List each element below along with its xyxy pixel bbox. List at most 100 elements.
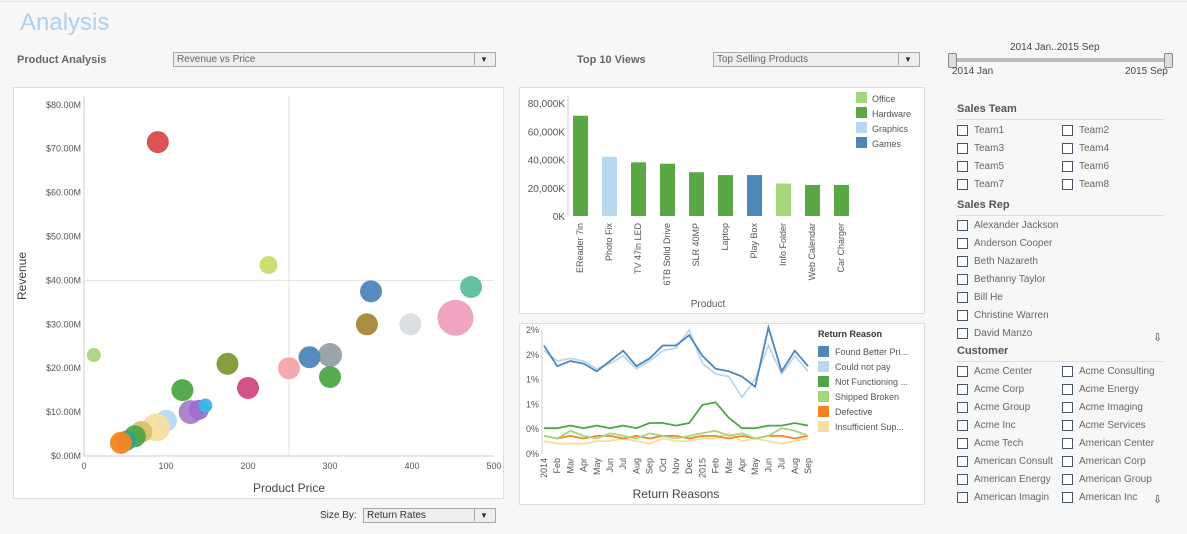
checkbox[interactable] <box>957 437 968 449</box>
customer-item[interactable]: Acme Services <box>1062 417 1167 435</box>
bar[interactable] <box>660 163 675 216</box>
sales-rep-item[interactable]: Beth Nazareth <box>957 253 1167 271</box>
sales-team-item[interactable]: Team7 <box>957 176 1062 194</box>
bar[interactable] <box>573 115 588 216</box>
checkbox[interactable] <box>1062 142 1073 154</box>
sales-team-item[interactable]: Team5 <box>957 158 1062 176</box>
scatter-point[interactable] <box>319 365 341 388</box>
customer-item[interactable]: Acme Tech <box>957 435 1062 453</box>
sales-rep-item[interactable]: Bethanny Taylor <box>957 271 1167 289</box>
sales-rep-item[interactable]: Bill He <box>957 289 1167 307</box>
checkbox[interactable] <box>957 365 968 377</box>
checkbox[interactable] <box>957 219 968 231</box>
checkbox[interactable] <box>957 327 968 339</box>
chevron-down-icon[interactable]: ▼ <box>898 53 917 65</box>
bar[interactable] <box>631 162 646 216</box>
scatter-point[interactable] <box>460 275 483 298</box>
sales-rep-item[interactable]: Anderson Cooper <box>957 235 1167 253</box>
slider-track[interactable] <box>952 58 1168 62</box>
scatter-point[interactable] <box>216 352 239 375</box>
bar[interactable] <box>718 175 733 216</box>
checkbox[interactable] <box>957 255 968 267</box>
checkbox[interactable] <box>957 273 968 285</box>
checkbox[interactable] <box>957 383 968 395</box>
checkbox[interactable] <box>957 237 968 249</box>
scroll-down-icon[interactable]: ⇩ <box>1153 331 1162 344</box>
bar[interactable] <box>834 184 849 216</box>
scatter-point[interactable] <box>109 431 132 454</box>
scroll-down-icon[interactable]: ⇩ <box>1153 493 1162 506</box>
customer-item[interactable]: Acme Imaging <box>1062 399 1167 417</box>
bar[interactable] <box>747 175 762 216</box>
customer-item[interactable]: Acme Center <box>957 363 1062 381</box>
checkbox[interactable] <box>957 142 968 154</box>
checkbox[interactable] <box>1062 473 1073 485</box>
checkbox[interactable] <box>1062 491 1073 503</box>
scatter-point[interactable] <box>278 357 300 380</box>
scatter-point[interactable] <box>259 256 278 275</box>
customer-item[interactable]: American Inc <box>1062 489 1167 507</box>
customer-item[interactable]: Acme Inc <box>957 417 1062 435</box>
sales-team-item[interactable]: Team4 <box>1062 140 1167 158</box>
size-by-dropdown[interactable]: Return Rates ▼ <box>363 508 496 523</box>
scatter-point[interactable] <box>355 313 378 336</box>
product-analysis-dropdown[interactable]: Revenue vs Price ▼ <box>173 52 496 67</box>
checkbox[interactable] <box>1062 401 1073 413</box>
customer-item[interactable]: Acme Corp <box>957 381 1062 399</box>
checkbox[interactable] <box>957 160 968 172</box>
scatter-point[interactable] <box>86 348 101 363</box>
sales-team-item[interactable]: Team1 <box>957 122 1062 140</box>
checkbox[interactable] <box>957 419 968 431</box>
bar[interactable] <box>689 172 704 216</box>
series-line[interactable] <box>543 323 809 389</box>
scatter-point[interactable] <box>318 343 342 368</box>
checkbox[interactable] <box>957 401 968 413</box>
checkbox[interactable] <box>1062 437 1073 449</box>
sales-rep-item[interactable]: Christine Warren <box>957 307 1167 325</box>
checkbox[interactable] <box>1062 455 1073 467</box>
customer-item[interactable]: American Consult <box>957 453 1062 471</box>
series-line[interactable] <box>544 401 809 430</box>
date-range-slider[interactable]: 2014 Jan..2015 Sep 2014 Jan 2015 Sep <box>948 40 1173 80</box>
scatter-point[interactable] <box>399 313 422 336</box>
customer-item[interactable]: American Corp <box>1062 453 1167 471</box>
checkbox[interactable] <box>957 124 968 136</box>
series-line[interactable] <box>543 427 809 440</box>
customer-item[interactable]: Acme Energy <box>1062 381 1167 399</box>
checkbox[interactable] <box>1062 124 1073 136</box>
checkbox[interactable] <box>1062 365 1073 377</box>
sales-team-item[interactable]: Team3 <box>957 140 1062 158</box>
bar[interactable] <box>805 184 820 216</box>
sales-team-item[interactable]: Team8 <box>1062 176 1167 194</box>
checkbox[interactable] <box>1062 419 1073 431</box>
checkbox[interactable] <box>1062 178 1073 190</box>
customer-item[interactable]: American Center <box>1062 435 1167 453</box>
checkbox[interactable] <box>957 309 968 321</box>
customer-item[interactable]: American Group <box>1062 471 1167 489</box>
checkbox[interactable] <box>957 455 968 467</box>
sales-team-item[interactable]: Team2 <box>1062 122 1167 140</box>
customer-item[interactable]: American Energy <box>957 471 1062 489</box>
scatter-point[interactable] <box>437 299 474 336</box>
sales-rep-item[interactable]: David Manzo <box>957 325 1167 343</box>
customer-item[interactable]: American Imagin <box>957 489 1062 507</box>
checkbox[interactable] <box>957 178 968 190</box>
customer-item[interactable]: Acme Group <box>957 399 1062 417</box>
checkbox[interactable] <box>957 291 968 303</box>
scatter-point[interactable] <box>146 131 169 154</box>
sales-rep-item[interactable]: Alexander Jackson <box>957 217 1167 235</box>
bar[interactable] <box>776 183 791 216</box>
checkbox[interactable] <box>1062 160 1073 172</box>
chevron-down-icon[interactable]: ▼ <box>474 53 493 65</box>
scatter-point[interactable] <box>171 379 194 402</box>
scatter-point[interactable] <box>198 398 213 413</box>
top-views-dropdown[interactable]: Top Selling Products ▼ <box>713 52 920 67</box>
checkbox[interactable] <box>1062 383 1073 395</box>
customer-item[interactable]: Acme Consulting <box>1062 363 1167 381</box>
chevron-down-icon[interactable]: ▼ <box>474 509 493 521</box>
scatter-point[interactable] <box>237 376 259 399</box>
bar[interactable] <box>602 156 617 216</box>
scatter-point[interactable] <box>360 280 382 303</box>
checkbox[interactable] <box>957 491 968 503</box>
scatter-point[interactable] <box>298 346 321 369</box>
